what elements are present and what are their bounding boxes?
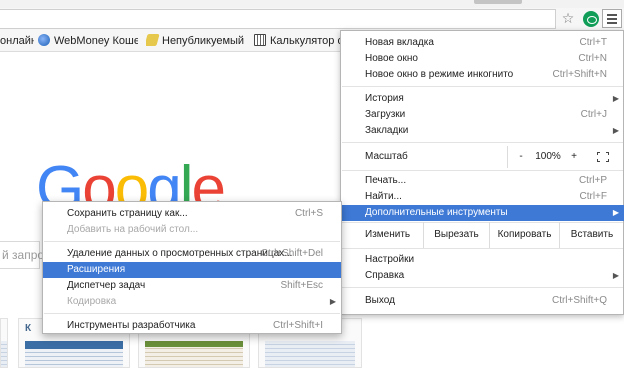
- hamburger-menu-icon[interactable]: [602, 9, 622, 28]
- bookmark-label: WebMoney Кошелё: [54, 35, 138, 47]
- menu-separator: [342, 248, 623, 249]
- submenu-item-save-page[interactable]: Сохранить страницу как... Ctrl+S: [43, 206, 341, 222]
- menu-item-exit[interactable]: Выход Ctrl+Shift+Q: [341, 293, 624, 309]
- menu-separator: [342, 170, 623, 171]
- menu-separator: [44, 313, 340, 314]
- bookmark-star-icon[interactable]: ☆: [560, 11, 576, 27]
- submenu-item-clear-data[interactable]: Удаление данных о просмотренных страница…: [43, 246, 341, 262]
- bookmark-label: Непубликуемый ли: [162, 35, 246, 47]
- menu-item-bookmarks[interactable]: Закладки ▶: [341, 123, 624, 139]
- toolbar: ☆: [0, 8, 624, 30]
- bookmark-item-unpublished[interactable]: Непубликуемый ли: [146, 33, 246, 49]
- menu-item-settings[interactable]: Настройки: [341, 252, 624, 268]
- bookmark-label: онлайн: [0, 35, 34, 47]
- submenu-item-add-to-desktop[interactable]: Добавить на рабочий стол...: [43, 222, 341, 238]
- menu-item-more-tools[interactable]: Дополнительные инструменты ▶: [341, 205, 624, 221]
- fullscreen-icon[interactable]: [597, 152, 609, 162]
- bookmark-label: Калькулятор онла: [270, 35, 344, 47]
- zoom-level: 100%: [535, 151, 561, 162]
- address-bar[interactable]: [0, 9, 556, 29]
- menu-item-find[interactable]: Найти... Ctrl+F: [341, 189, 624, 205]
- menu-item-new-window[interactable]: Новое окно Ctrl+N: [341, 51, 624, 67]
- chevron-right-icon: ▶: [612, 94, 619, 103]
- menu-separator: [342, 86, 623, 87]
- vk-icon: К: [25, 323, 32, 334]
- eye-extension-icon[interactable]: [583, 11, 599, 27]
- most-visited-tile[interactable]: [0, 318, 8, 368]
- bookmark-item-calculator[interactable]: Калькулятор онла: [254, 33, 344, 49]
- menu-separator: [342, 142, 623, 143]
- submenu-item-task-manager[interactable]: Диспетчер задач Shift+Esc: [43, 278, 341, 294]
- zoom-out-button[interactable]: -: [511, 144, 531, 170]
- bookmark-item[interactable]: онлайн: [0, 33, 34, 49]
- bookmark-item-webmoney[interactable]: WebMoney Кошелё: [38, 33, 138, 49]
- menu-item-incognito[interactable]: Новое окно в режиме инкогнито Ctrl+Shift+…: [341, 67, 624, 83]
- window-top-strip: [0, 0, 624, 8]
- menu-separator: [44, 241, 340, 242]
- chevron-right-icon: ▶: [612, 271, 619, 280]
- paste-button[interactable]: Вставить: [559, 222, 624, 248]
- chevron-right-icon: ▶: [329, 297, 336, 306]
- globe-icon: [38, 34, 50, 46]
- calculator-icon: [254, 34, 266, 46]
- menu-item-history[interactable]: История ▶: [341, 91, 624, 107]
- copy-button[interactable]: Копировать: [489, 222, 559, 248]
- submenu-item-extensions[interactable]: Расширения: [43, 262, 341, 278]
- menu-item-help[interactable]: Справка ▶: [341, 268, 624, 284]
- zoom-in-button[interactable]: +: [565, 144, 583, 170]
- search-input[interactable]: й запрос: [0, 241, 50, 269]
- submenu-item-encoding[interactable]: Кодировка ▶: [43, 294, 341, 310]
- menu-item-new-tab[interactable]: Новая вкладка Ctrl+T: [341, 35, 624, 51]
- menu-separator: [342, 287, 623, 288]
- chrome-main-menu: Новая вкладка Ctrl+T Новое окно Ctrl+N Нов…: [340, 30, 624, 315]
- chevron-right-icon: ▶: [612, 208, 619, 217]
- zoom-label: Масштаб: [365, 151, 408, 162]
- edit-row: Изменить Вырезать Копировать Вставить: [341, 222, 624, 248]
- menu-item-downloads[interactable]: Загрузки Ctrl+J: [341, 107, 624, 123]
- zoom-row: Масштаб - 100% +: [341, 144, 624, 170]
- more-tools-submenu: Сохранить страницу как... Ctrl+S Добавить…: [42, 201, 342, 334]
- edit-label: Изменить: [365, 229, 411, 240]
- submenu-item-dev-tools[interactable]: Инструменты разработчика Ctrl+Shift+I: [43, 318, 341, 334]
- chevron-right-icon: ▶: [612, 126, 619, 135]
- pen-icon: [146, 34, 160, 46]
- window-control[interactable]: [474, 0, 522, 4]
- cut-button[interactable]: Вырезать: [423, 222, 489, 248]
- menu-item-print[interactable]: Печать... Ctrl+P: [341, 173, 624, 189]
